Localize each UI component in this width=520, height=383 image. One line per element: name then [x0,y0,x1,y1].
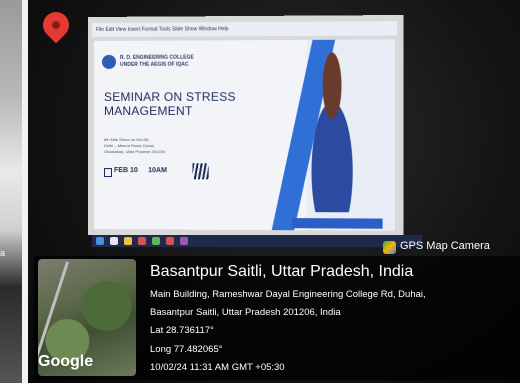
gps-app-label: GPS Map Camera [400,240,490,252]
powerpoint-icon [166,237,174,245]
presentation-slide: R. D. ENGINEERING COLLEGE UNDER THE AEGI… [93,39,395,231]
left-photo-strip [0,0,22,383]
speaker-photo [296,49,369,213]
start-icon [96,237,104,245]
slide-time: 10AM [148,167,167,175]
left-strip-label: a [0,248,6,258]
place-title: Basantpur Saitli, Uttar Pradesh, India [150,263,414,280]
slide-stripes-decoration [192,163,209,180]
projection-screen: File Edit View Insert Format Tools Slide… [88,14,404,238]
app-menubar: File Edit View Insert Format Tools Slide… [91,21,398,37]
slide-title-line-1: SEMINAR ON STRESS [103,89,236,104]
slide-title-line-2: MANAGEMENT [103,103,193,118]
address-line-1: Main Building, Rameshwar Dayal Engineeri… [150,289,426,300]
taskbar-app-icon [152,237,160,245]
speaker-name-tag [292,218,383,229]
longitude: Long 77.482065° [150,344,223,355]
location-pin-dot [52,21,60,29]
folder-icon [124,237,132,245]
address-line-2: Basantpur Saitli, Uttar Pradesh 201206, … [150,307,341,318]
org-line-2: UNDER THE AEGIS OF IQAC [120,61,189,68]
latitude: Lat 28.736117° [150,325,214,336]
windows-taskbar [92,235,422,247]
slide-address-2: Delhi – Meerut Road, Duhai, [103,143,155,149]
taskbar-app-icon [180,237,188,245]
timestamp: 10/02/24 11:31 AM GMT +05:30 [150,362,285,373]
calendar-icon [103,168,113,178]
taskbar-app-icon [110,237,118,245]
taskbar-app-icon [138,237,146,245]
slide-address-1: 6th Mile Stone on NH-58, [103,137,150,143]
slide-address-3: Ghaziabad, Uttar Pradesh 201206 [103,149,165,155]
google-logo: Google [38,353,94,370]
gps-map-camera-icon [383,241,396,254]
slide-date: FEB 10 [114,167,138,175]
college-logo-icon [101,54,117,69]
org-line-1: R. D. ENGINEERING COLLEGE [120,54,194,61]
